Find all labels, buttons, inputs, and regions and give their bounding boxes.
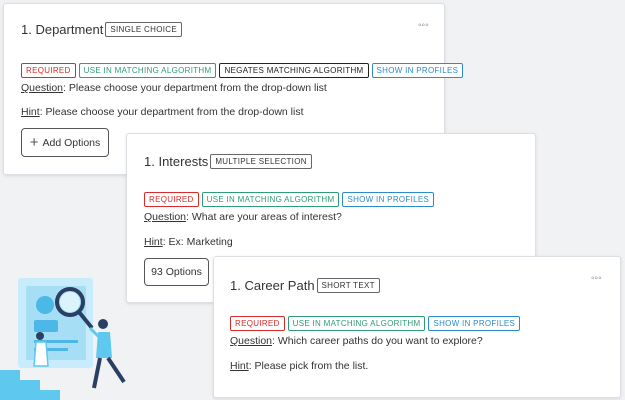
hint-text: : Ex: Marketing [162, 236, 233, 248]
question-type-badge: MULTIPLE SELECTION [210, 154, 312, 169]
person-with-magnifier-illustration [0, 278, 126, 400]
question-type-badge: SINGLE CHOICE [105, 22, 182, 37]
question-title: 1. Department [21, 22, 104, 37]
question-label: Question [144, 211, 187, 223]
hint-label: Hint [21, 106, 40, 118]
question-title-row: 1. Department SINGLE CHOICE [21, 22, 182, 37]
options-button[interactable]: 93 Options [144, 258, 209, 286]
matching-algorithm-tag: USE IN MATCHING ALGORITHM [287, 316, 426, 331]
hint-line: Hint: Ex: Marketing [144, 236, 233, 248]
question-title-row: 1. Career Path SHORT TEXT [230, 278, 380, 293]
hint-label: Hint [230, 360, 249, 372]
more-icon[interactable]: ◦◦◦ [418, 21, 429, 31]
options-label: 93 Options [151, 266, 202, 278]
show-in-profiles-tag: SHOW IN PROFILES [371, 63, 464, 78]
negates-matching-tag: NEGATES MATCHING ALGORITHM [219, 63, 369, 78]
show-in-profiles-tag: SHOW IN PROFILES [428, 316, 521, 331]
show-in-profiles-tag: SHOW IN PROFILES [342, 192, 435, 207]
hint-text: : Please choose your department from the… [39, 106, 304, 118]
matching-algorithm-tag: USE IN MATCHING ALGORITHM [201, 192, 340, 207]
add-options-label: Add Options [42, 136, 101, 149]
question-label: Question [21, 82, 64, 94]
required-tag: REQUIRED [21, 63, 76, 78]
question-text: : Please choose your department from the… [63, 82, 327, 94]
question-title: 1. Career Path [230, 278, 315, 293]
required-tag: REQUIRED [230, 316, 285, 331]
question-text: : What are your areas of interest? [186, 211, 342, 223]
add-options-button[interactable]: + Add Options [21, 128, 109, 157]
question-line: Question: Which career paths do you want… [230, 335, 483, 347]
question-line: Question: What are your areas of interes… [144, 211, 342, 223]
question-text: : Which career paths do you want to expl… [272, 335, 483, 347]
more-icon[interactable]: ◦◦◦ [591, 274, 602, 284]
question-type-badge: SHORT TEXT [316, 278, 380, 293]
question-line: Question: Please choose your department … [21, 82, 327, 94]
plus-icon: + [29, 133, 39, 151]
hint-line: Hint: Please pick from the list. [230, 360, 368, 372]
question-tags: REQUIRED USE IN MATCHING ALGORITHM SHOW … [144, 192, 435, 207]
question-title-row: 1. Interests MULTIPLE SELECTION [144, 154, 312, 169]
required-tag: REQUIRED [144, 192, 199, 207]
question-tags: REQUIRED USE IN MATCHING ALGORITHM NEGAT… [21, 63, 464, 78]
hint-text: : Please pick from the list. [248, 360, 369, 372]
question-tags: REQUIRED USE IN MATCHING ALGORITHM SHOW … [230, 316, 521, 331]
question-title: 1. Interests [144, 154, 209, 169]
question-card-career-path[interactable]: 1. Career Path SHORT TEXT ◦◦◦ REQUIRED U… [213, 256, 621, 398]
hint-label: Hint [144, 236, 163, 248]
question-label: Question [230, 335, 273, 347]
matching-algorithm-tag: USE IN MATCHING ALGORITHM [78, 63, 217, 78]
hint-line: Hint: Please choose your department from… [21, 106, 304, 118]
